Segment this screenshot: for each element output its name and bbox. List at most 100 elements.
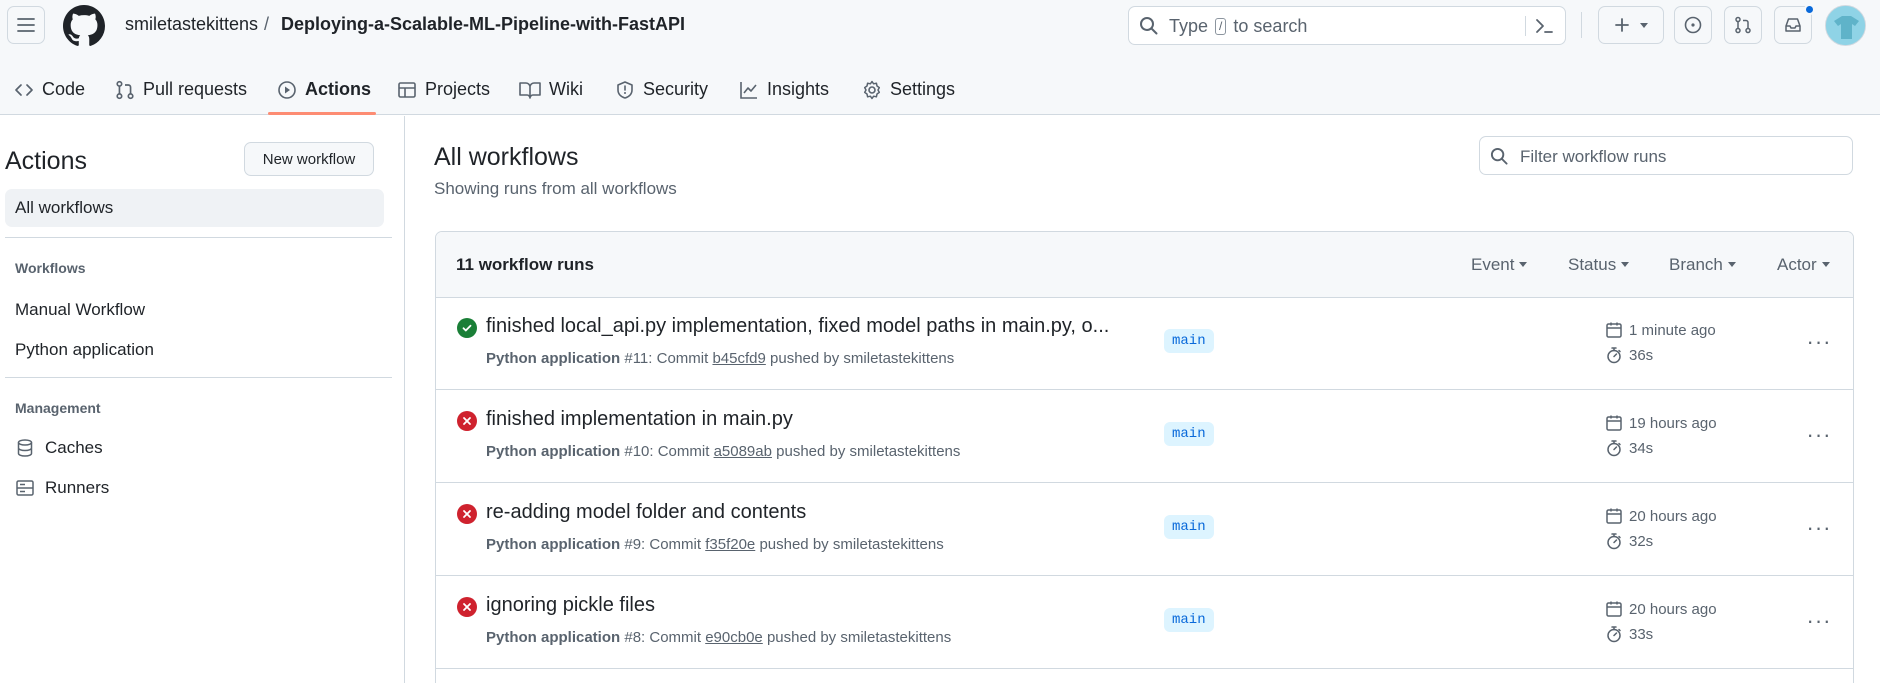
run-meta: Python application #10: Commit a5089ab p… bbox=[486, 443, 960, 460]
run-duration-label: 36s bbox=[1629, 346, 1654, 364]
workflow-run-row[interactable]: re-adding model folder and contents Pyth… bbox=[436, 484, 1853, 576]
sidebar-item-runners[interactable]: Runners bbox=[15, 478, 109, 498]
failure-x-icon bbox=[457, 504, 477, 524]
workflow-run-row[interactable]: ignoring pickle files Python application… bbox=[436, 577, 1853, 669]
chevron-down-icon bbox=[1519, 262, 1528, 267]
breadcrumb-owner[interactable]: smiletastekittens bbox=[125, 14, 258, 35]
workflow-run-row[interactable]: finished local_api.py implementation, fi… bbox=[436, 298, 1853, 390]
global-search-input[interactable]: Type / to search bbox=[1128, 6, 1566, 45]
run-title[interactable]: finished local_api.py implementation, fi… bbox=[486, 315, 1136, 338]
filter-workflow-runs-input[interactable]: Filter workflow runs bbox=[1479, 136, 1853, 175]
branch-badge[interactable]: main bbox=[1164, 329, 1214, 353]
filter-placeholder: Filter workflow runs bbox=[1520, 147, 1667, 166]
run-number: #11: Commit bbox=[624, 350, 709, 367]
branch-badge[interactable]: main bbox=[1164, 515, 1214, 539]
commit-sha-link[interactable]: b45cfd9 bbox=[712, 350, 765, 367]
git-pull-request-icon bbox=[116, 80, 134, 99]
header-divider bbox=[1581, 12, 1582, 38]
run-time: 20 hours ago bbox=[1605, 507, 1717, 525]
tab-actions[interactable]: Actions bbox=[277, 64, 371, 115]
run-workflow-name: Python application bbox=[486, 629, 621, 646]
sidebar-title: Actions bbox=[5, 147, 87, 175]
run-pusher: pushed by smiletastekittens bbox=[770, 350, 955, 367]
pull-requests-button[interactable] bbox=[1724, 6, 1762, 44]
branch-badge[interactable]: main bbox=[1164, 608, 1214, 632]
run-time: 19 hours ago bbox=[1605, 414, 1717, 432]
chevron-down-icon bbox=[1640, 22, 1648, 28]
branch-badge[interactable]: main bbox=[1164, 422, 1214, 446]
create-new-button[interactable] bbox=[1598, 6, 1664, 44]
run-options-kebab-icon[interactable]: ··· bbox=[1804, 422, 1834, 447]
run-pusher: pushed by smiletastekittens bbox=[766, 629, 952, 646]
sidebar-item-manual-workflow[interactable]: Manual Workflow bbox=[15, 300, 145, 320]
calendar-icon bbox=[1606, 508, 1622, 524]
run-options-kebab-icon[interactable]: ··· bbox=[1804, 329, 1834, 354]
server-icon bbox=[16, 480, 34, 496]
run-duration: 36s bbox=[1605, 346, 1653, 364]
gear-icon bbox=[863, 80, 881, 99]
failure-x-icon bbox=[457, 597, 477, 617]
active-tab-underline bbox=[268, 112, 376, 115]
workflow-run-row[interactable]: finished implementation in main.py Pytho… bbox=[436, 391, 1853, 483]
issues-button[interactable] bbox=[1674, 6, 1712, 44]
hamburger-icon bbox=[17, 18, 35, 32]
stopwatch-icon bbox=[1607, 440, 1621, 457]
breadcrumb-repo[interactable]: Deploying-a-Scalable-ML-Pipeline-with-Fa… bbox=[281, 14, 685, 35]
run-number: #9: Commit bbox=[624, 536, 702, 553]
tab-projects[interactable]: Projects bbox=[397, 64, 490, 115]
sidebar-item-runners-label: Runners bbox=[45, 478, 110, 497]
run-title[interactable]: re-adding model folder and contents bbox=[486, 501, 1136, 524]
code-icon bbox=[15, 83, 33, 96]
calendar-icon bbox=[1606, 601, 1622, 617]
tab-settings[interactable]: Settings bbox=[862, 64, 955, 115]
tab-insights-label: Insights bbox=[767, 79, 830, 99]
tab-pull-requests[interactable]: Pull requests bbox=[115, 64, 247, 115]
search-divider bbox=[1525, 16, 1526, 36]
tab-wiki[interactable]: Wiki bbox=[519, 64, 583, 115]
run-time-label: 20 hours ago bbox=[1629, 600, 1717, 618]
check-icon bbox=[462, 324, 472, 332]
commit-sha-link[interactable]: e90cb0e bbox=[705, 629, 763, 646]
run-duration-label: 34s bbox=[1629, 439, 1654, 457]
run-duration-label: 33s bbox=[1629, 625, 1654, 643]
actor-filter-dropdown[interactable]: Actor bbox=[1777, 255, 1830, 275]
chevron-down-icon bbox=[1727, 262, 1736, 267]
hamburger-menu-button[interactable] bbox=[7, 6, 45, 44]
sidebar-item-all-workflows[interactable]: All workflows bbox=[5, 189, 384, 227]
tab-settings-label: Settings bbox=[890, 79, 956, 99]
graph-icon bbox=[740, 81, 757, 99]
event-filter-dropdown[interactable]: Event bbox=[1471, 255, 1528, 275]
git-pull-request-icon bbox=[1735, 16, 1751, 34]
issue-opened-icon bbox=[1684, 16, 1702, 34]
success-check-icon bbox=[457, 318, 477, 338]
run-options-kebab-icon[interactable]: ··· bbox=[1804, 608, 1834, 633]
tab-insights[interactable]: Insights bbox=[739, 64, 829, 115]
status-filter-dropdown[interactable]: Status bbox=[1568, 255, 1630, 275]
sidebar-item-caches-label: Caches bbox=[45, 438, 103, 457]
commit-sha-link[interactable]: f35f20e bbox=[705, 536, 755, 553]
database-icon bbox=[17, 439, 33, 457]
new-workflow-button[interactable]: New workflow bbox=[244, 142, 374, 176]
branch-filter-dropdown[interactable]: Branch bbox=[1669, 255, 1736, 275]
notification-indicator bbox=[1804, 4, 1815, 15]
run-workflow-name: Python application bbox=[486, 536, 621, 553]
failure-x-icon bbox=[457, 411, 477, 431]
user-avatar[interactable] bbox=[1825, 5, 1866, 46]
tab-security[interactable]: Security bbox=[615, 64, 708, 115]
sidebar-item-caches[interactable]: Caches bbox=[15, 438, 103, 458]
plus-icon bbox=[1615, 18, 1629, 32]
sidebar-divider-1 bbox=[5, 237, 392, 238]
command-palette-icon[interactable] bbox=[1534, 16, 1554, 36]
run-options-kebab-icon[interactable]: ··· bbox=[1804, 515, 1834, 540]
run-title[interactable]: finished implementation in main.py bbox=[486, 408, 1136, 431]
run-duration: 32s bbox=[1605, 532, 1653, 550]
run-duration: 34s bbox=[1605, 439, 1653, 457]
run-workflow-name: Python application bbox=[486, 443, 621, 460]
run-title[interactable]: ignoring pickle files bbox=[486, 594, 1136, 617]
commit-sha-link[interactable]: a5089ab bbox=[714, 443, 772, 460]
sidebar-item-python-application[interactable]: Python application bbox=[15, 340, 154, 360]
tab-code[interactable]: Code bbox=[14, 64, 85, 115]
tab-security-label: Security bbox=[643, 79, 709, 99]
github-logo-icon[interactable] bbox=[63, 5, 105, 47]
tab-actions-label: Actions bbox=[305, 79, 372, 99]
